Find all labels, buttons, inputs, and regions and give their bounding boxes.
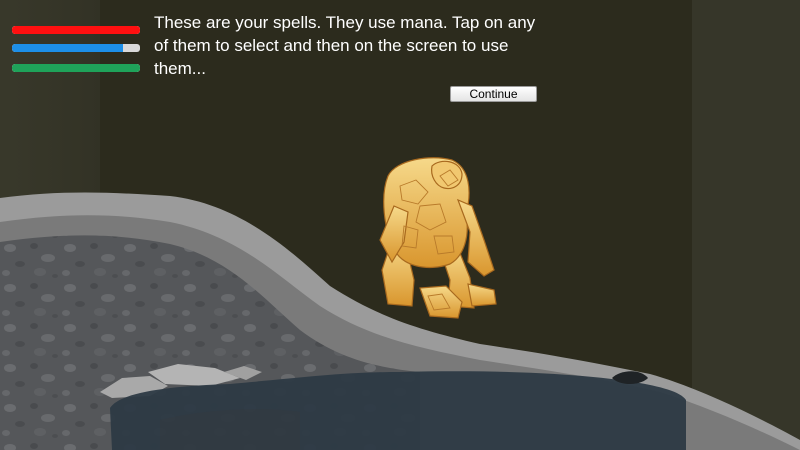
tutorial-message: These are your spells. They use mana. Ta… xyxy=(154,13,536,78)
continue-button[interactable]: Continue xyxy=(450,86,537,102)
mana-bar-fill xyxy=(12,44,124,52)
right-pillar xyxy=(692,0,800,450)
health-bar xyxy=(12,26,140,34)
stamina-bar-fill xyxy=(12,64,140,72)
mana-bar xyxy=(12,44,140,52)
stamina-bar xyxy=(12,64,140,72)
health-bar-fill xyxy=(12,26,140,34)
game-viewport[interactable]: These are your spells. They use mana. Ta… xyxy=(0,0,800,450)
